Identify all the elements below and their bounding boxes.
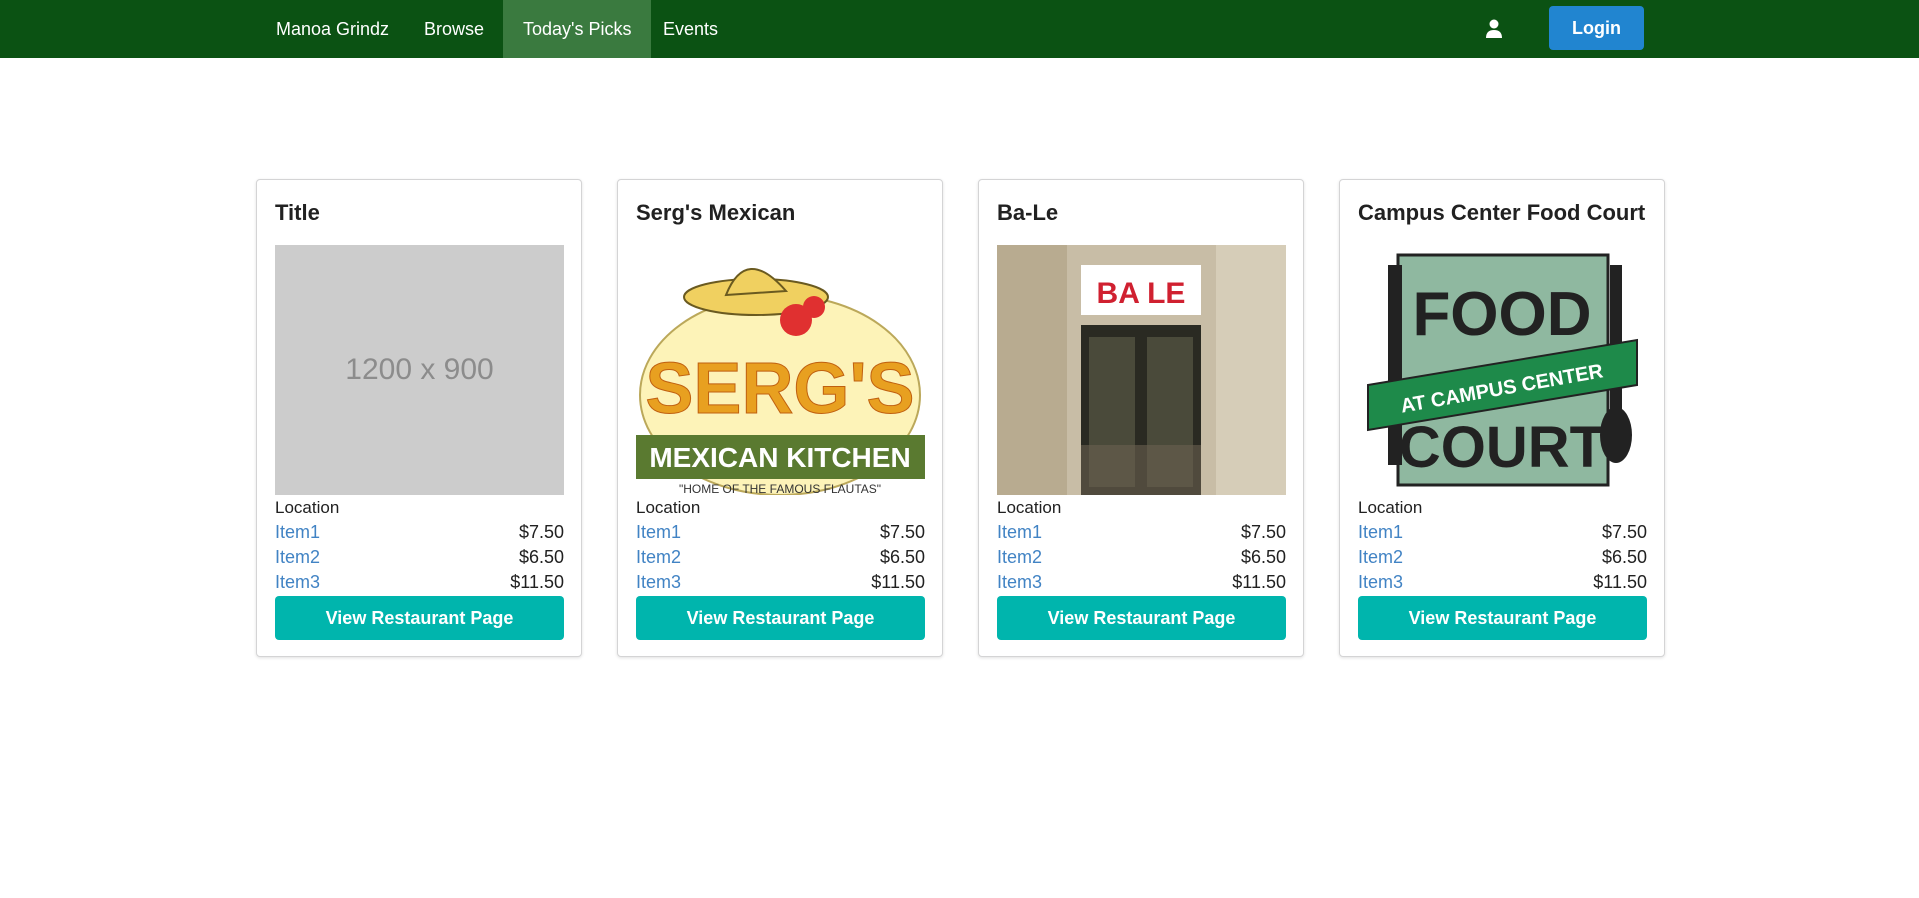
nav-browse[interactable]: Browse — [404, 0, 504, 58]
card-title: Campus Center Food Court — [1358, 200, 1646, 225]
nav-events[interactable]: Events — [643, 0, 738, 58]
menu-item-link[interactable]: Item1 — [275, 522, 320, 543]
bale-storefront-image: BA LE — [997, 245, 1286, 495]
card-title: Title — [275, 200, 320, 225]
menu-item-link[interactable]: Item1 — [997, 522, 1042, 543]
menu-row: Item2 $6.50 — [636, 547, 925, 571]
card-location: Location — [1358, 498, 1423, 517]
restaurant-card: Title 1200 x 900 Location Item1 $7.50 It… — [256, 179, 582, 657]
view-restaurant-button[interactable]: View Restaurant Page — [997, 596, 1286, 640]
view-restaurant-button[interactable]: View Restaurant Page — [275, 596, 564, 640]
food-court-logo-image: FOOD AT CAMPUS CENTER COURT — [1358, 245, 1647, 495]
menu-row: Item3 $11.50 — [1358, 572, 1647, 596]
sergs-logo-main: SERG'S — [645, 349, 914, 429]
menu-item-price: $11.50 — [1232, 572, 1286, 592]
menu-item-link[interactable]: Item3 — [636, 572, 681, 593]
menu-item-price: $7.50 — [1601, 522, 1647, 542]
menu-item-price: $11.50 — [510, 572, 564, 592]
view-restaurant-button[interactable]: View Restaurant Page — [636, 596, 925, 640]
card-location: Location — [275, 498, 340, 517]
menu-item-link[interactable]: Item3 — [275, 572, 320, 593]
menu-item-link[interactable]: Item1 — [636, 522, 681, 543]
card-title: Ba-Le — [997, 200, 1059, 225]
card-title: Serg's Mexican — [636, 200, 796, 225]
menu-item-price: $6.50 — [879, 547, 925, 567]
menu-item-price: $11.50 — [871, 572, 925, 592]
menu-row: Item2 $6.50 — [1358, 547, 1647, 571]
menu-row: Item2 $6.50 — [275, 547, 564, 571]
menu-row: Item3 $11.50 — [636, 572, 925, 596]
menu-item-price: $7.50 — [879, 522, 925, 542]
placeholder-image: 1200 x 900 — [275, 245, 564, 495]
menu-item-link[interactable]: Item2 — [997, 547, 1042, 568]
food-court-bottom: COURT — [1399, 415, 1605, 480]
menu-item-link[interactable]: Item3 — [1358, 572, 1403, 593]
menu-row: Item1 $7.50 — [997, 522, 1286, 546]
login-button[interactable]: Login — [1549, 6, 1644, 50]
nav-todays-picks[interactable]: Today's Picks — [503, 0, 652, 58]
brand-link[interactable]: Manoa Grindz — [256, 0, 409, 58]
restaurant-card: Ba-Le BA LE Location Item1 $7.50 Item2 $… — [978, 179, 1304, 657]
bale-sign-text: BA LE — [1097, 277, 1186, 310]
placeholder-text: 1200 x 900 — [345, 353, 494, 386]
menu-item-price: $7.50 — [518, 522, 564, 542]
menu-row: Item3 $11.50 — [275, 572, 564, 596]
top-navbar: Manoa Grindz Browse Today's Picks Events… — [0, 0, 1919, 58]
card-location: Location — [997, 498, 1062, 517]
card-location: Location — [636, 498, 701, 517]
sergs-logo-tagline: "HOME OF THE FAMOUS FLAUTAS" — [679, 482, 881, 495]
menu-row: Item1 $7.50 — [636, 522, 925, 546]
menu-item-price: $6.50 — [1240, 547, 1286, 567]
menu-row: Item2 $6.50 — [997, 547, 1286, 571]
menu-item-link[interactable]: Item1 — [1358, 522, 1403, 543]
menu-row: Item1 $7.50 — [275, 522, 564, 546]
user-icon[interactable] — [1484, 18, 1504, 40]
menu-row: Item1 $7.50 — [1358, 522, 1647, 546]
menu-item-link[interactable]: Item2 — [636, 547, 681, 568]
menu-item-link[interactable]: Item2 — [1358, 547, 1403, 568]
sergs-logo-sub: MEXICAN KITCHEN — [649, 442, 910, 473]
food-court-top: FOOD — [1412, 280, 1591, 349]
menu-item-price: $6.50 — [1601, 547, 1647, 567]
menu-item-link[interactable]: Item3 — [997, 572, 1042, 593]
restaurant-card: Campus Center Food Court FOOD AT CAMPUS … — [1339, 179, 1665, 657]
restaurant-card: Serg's Mexican SERG'S MEXICAN KITCHEN "H… — [617, 179, 943, 657]
menu-item-price: $11.50 — [1593, 572, 1647, 592]
menu-row: Item3 $11.50 — [997, 572, 1286, 596]
sergs-logo-image: SERG'S MEXICAN KITCHEN "HOME OF THE FAMO… — [636, 245, 925, 495]
menu-item-price: $6.50 — [518, 547, 564, 567]
view-restaurant-button[interactable]: View Restaurant Page — [1358, 596, 1647, 640]
menu-item-link[interactable]: Item2 — [275, 547, 320, 568]
menu-item-price: $7.50 — [1240, 522, 1286, 542]
